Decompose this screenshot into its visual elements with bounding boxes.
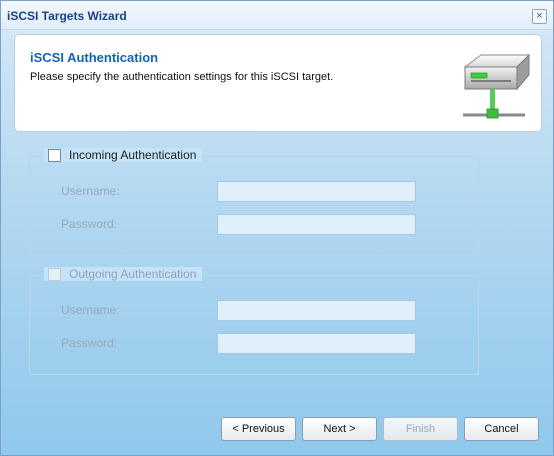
incoming-username-input[interactable]: [217, 181, 416, 202]
incoming-password-label: Password:: [61, 217, 118, 231]
incoming-username-label: Username:: [61, 184, 120, 198]
wizard-window: iSCSI Targets Wizard × iSCSI Authenticat…: [0, 0, 554, 456]
page-description: Please specify the authentication settin…: [30, 71, 334, 83]
outgoing-authentication-group: Outgoing Authentication Username: Passwo…: [29, 267, 479, 375]
window-title: iSCSI Targets Wizard: [7, 9, 127, 23]
outgoing-authentication-checkbox[interactable]: [48, 267, 61, 281]
previous-button[interactable]: < Previous: [221, 417, 296, 441]
outgoing-password-label: Password:: [61, 336, 118, 350]
outgoing-authentication-label: Outgoing Authentication: [69, 267, 197, 281]
incoming-authentication-group: Incoming Authentication Username: Passwo…: [29, 148, 479, 256]
page-title: iSCSI Authentication: [30, 50, 159, 65]
outgoing-password-input[interactable]: [217, 333, 416, 354]
incoming-authentication-checkbox[interactable]: [48, 148, 61, 162]
incoming-password-input[interactable]: [217, 214, 416, 235]
close-button[interactable]: ×: [532, 9, 547, 24]
finish-button[interactable]: Finish: [383, 417, 458, 441]
title-bar: iSCSI Targets Wizard ×: [1, 1, 553, 30]
outgoing-authentication-legend: Outgoing Authentication: [44, 267, 203, 281]
incoming-authentication-legend: Incoming Authentication: [44, 148, 203, 162]
storage-server-icon: [463, 53, 531, 119]
next-button[interactable]: Next >: [302, 417, 377, 441]
outgoing-username-input[interactable]: [217, 300, 416, 321]
cancel-button[interactable]: Cancel: [464, 417, 539, 441]
outgoing-username-label: Username:: [61, 303, 120, 317]
close-icon: ×: [536, 10, 543, 22]
header-panel: iSCSI Authentication Please specify the …: [14, 34, 542, 132]
incoming-authentication-label: Incoming Authentication: [69, 148, 197, 162]
